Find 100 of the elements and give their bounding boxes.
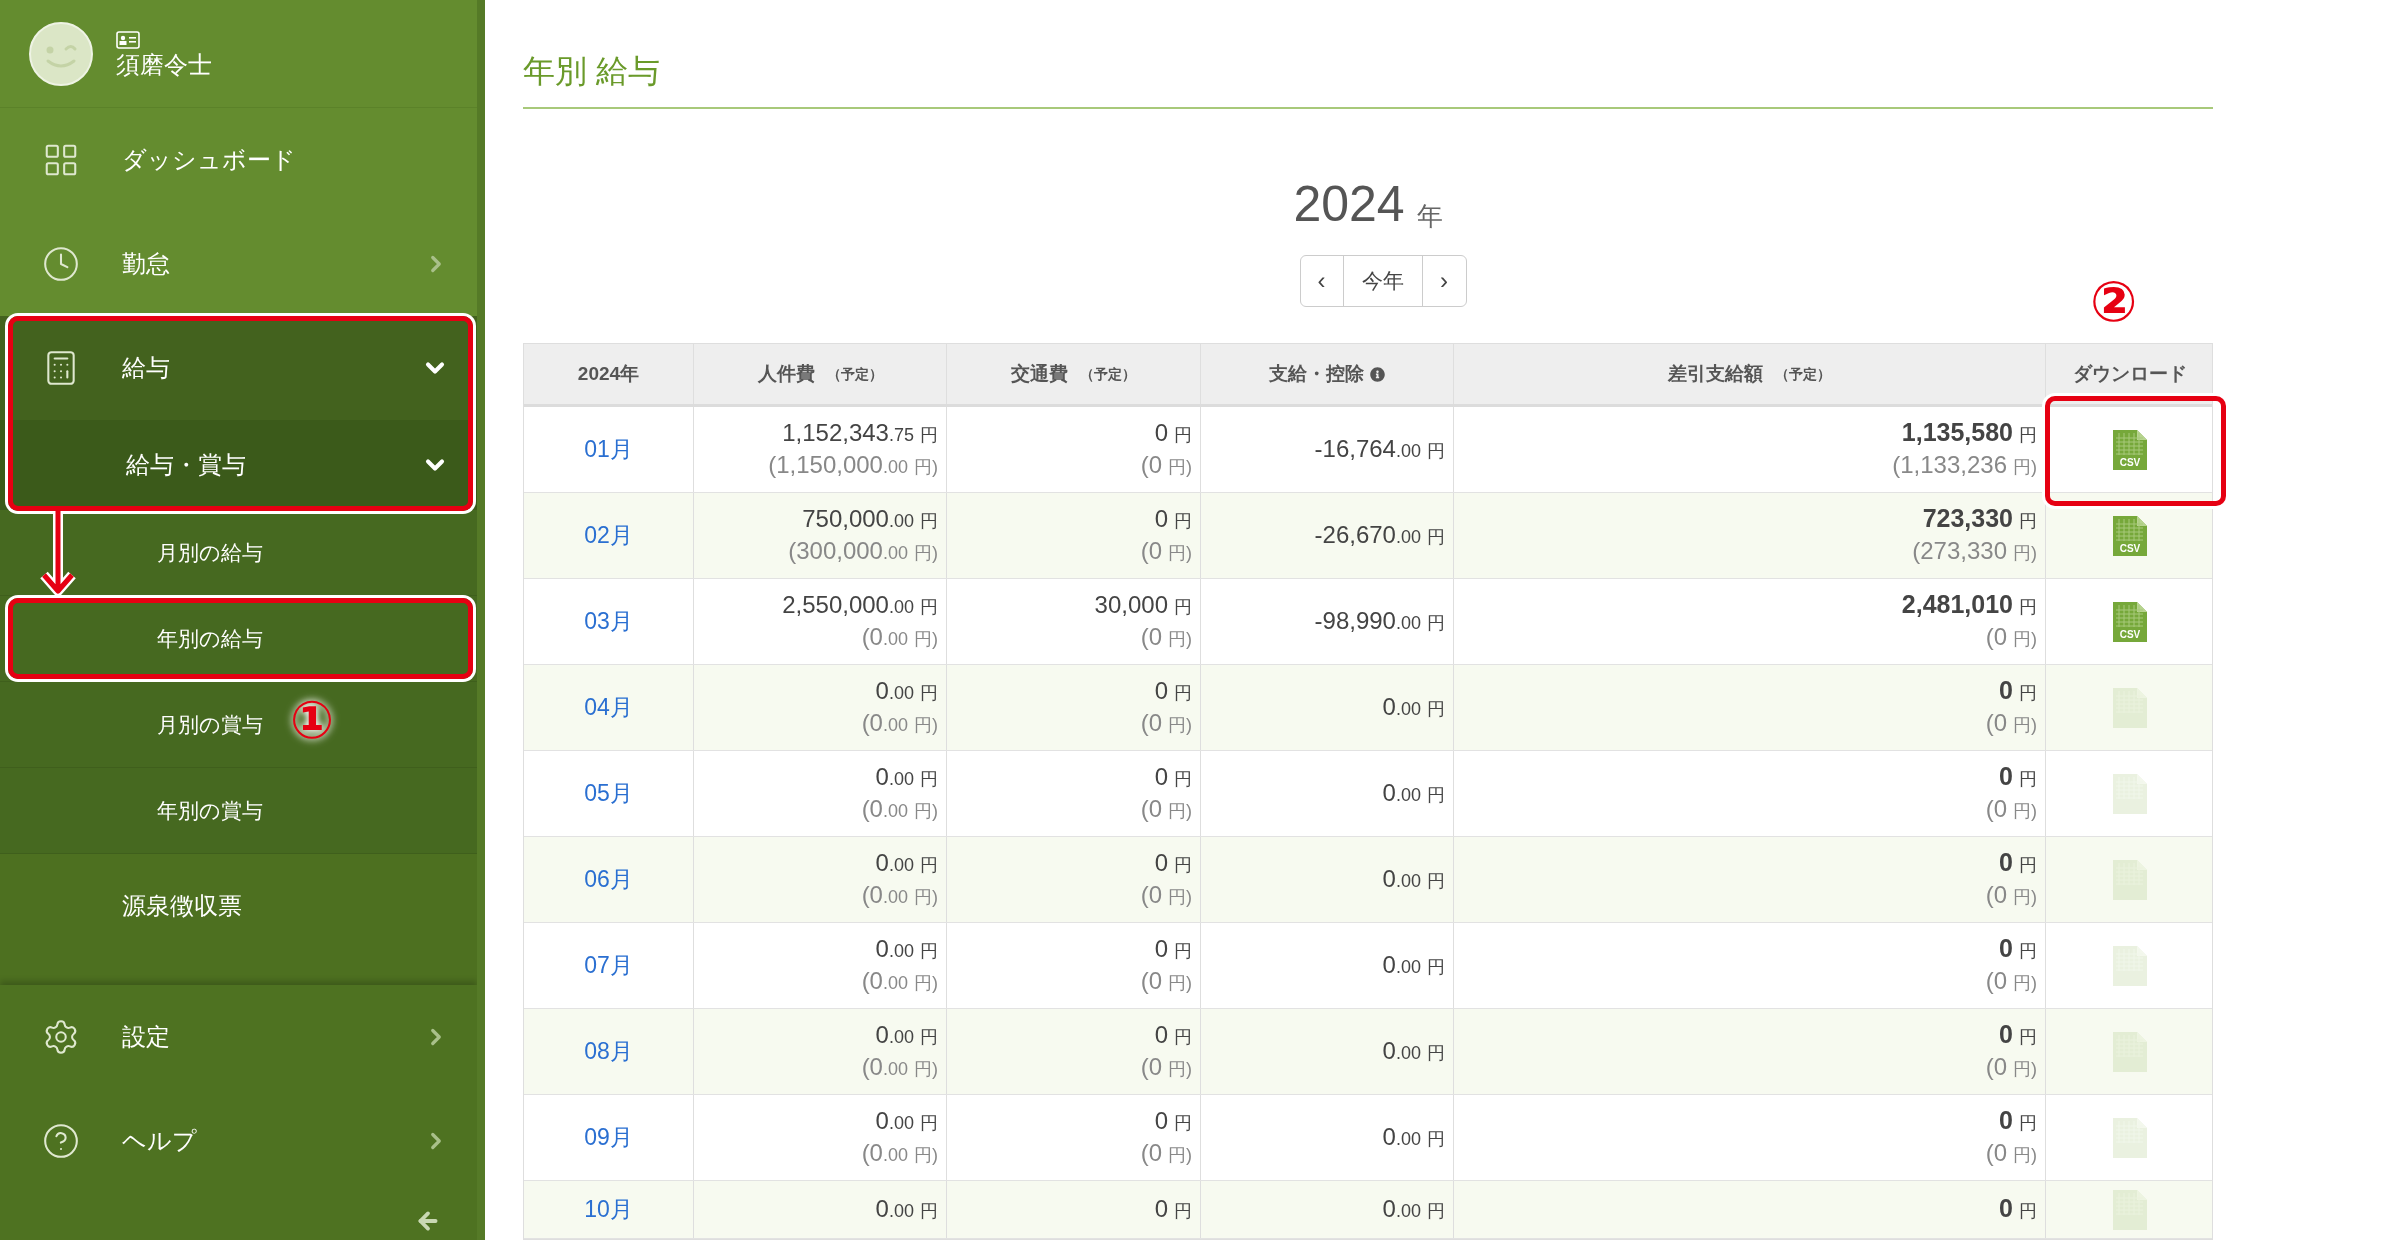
- nav-label: 給与・賞与: [126, 450, 247, 480]
- amount: (0.00 円): [861, 707, 938, 738]
- amount: 0 円: [1154, 675, 1192, 706]
- amount: 723,330 円: [1922, 503, 2037, 534]
- header-label: 人件費: [757, 361, 815, 386]
- amount: (0 円): [1985, 622, 2037, 652]
- amount: (0.00 円): [861, 793, 938, 824]
- amount: 0.00 円: [1382, 691, 1445, 722]
- header-note: （予定）: [1775, 364, 1831, 384]
- header-label: 2024年: [577, 361, 640, 386]
- amount: 0 円: [1154, 761, 1192, 792]
- amount: (0 円): [1985, 1138, 2037, 1168]
- amount: (0 円): [1985, 794, 2037, 824]
- nav-item[interactable]: ヘルプ: [0, 1089, 477, 1193]
- nav-subgroup[interactable]: 給与・賞与: [0, 420, 477, 510]
- nav-label: 給与: [122, 353, 171, 383]
- amount: (0 円): [1140, 707, 1192, 738]
- nav-subitem[interactable]: 年別の給与: [0, 596, 477, 682]
- amount: 0 円: [1999, 1019, 2037, 1050]
- nav-label: 勤怠: [122, 249, 171, 279]
- amount: 0.00 円: [875, 675, 938, 706]
- amount: 0 円: [1999, 761, 2037, 792]
- amount: 1,135,580 円: [1901, 417, 2037, 448]
- nav-item[interactable]: 源泉徴収票: [0, 854, 477, 958]
- amount: (0.00 円): [861, 621, 938, 652]
- amount: 0.00 円: [1382, 1035, 1445, 1066]
- month-link[interactable]: 07月: [584, 948, 633, 983]
- amount: (1,133,236 円): [1892, 450, 2037, 480]
- month-link[interactable]: 10月: [584, 1192, 633, 1227]
- nav-item[interactable]: 設定: [0, 985, 477, 1089]
- next-year-button[interactable]: ›: [1422, 256, 1466, 306]
- header-label: 差引支給額: [1668, 361, 1763, 386]
- id-card-icon: [116, 30, 140, 49]
- previous-year-button[interactable]: ‹: [1300, 256, 1344, 306]
- month-link[interactable]: 03月: [584, 604, 633, 639]
- amount: (0 円): [1140, 879, 1192, 910]
- amount: 0.00 円: [875, 1019, 938, 1050]
- amount: (0.00 円): [861, 879, 938, 910]
- month-link[interactable]: 09月: [584, 1120, 633, 1155]
- nav-subitem[interactable]: 月別の給与: [0, 510, 477, 596]
- page-title: 年別 給与: [523, 52, 660, 91]
- nav-label: 源泉徴収票: [122, 891, 243, 921]
- amount: 0 円: [1154, 417, 1192, 448]
- month-link[interactable]: 02月: [584, 518, 633, 553]
- clock-icon: [42, 245, 80, 283]
- amount: -98,990.00 円: [1314, 605, 1445, 636]
- nav-subitem[interactable]: 月別の賞与 ①: [0, 682, 477, 768]
- amount: (0 円): [1140, 965, 1192, 996]
- step-number: ①: [290, 694, 335, 746]
- header-label: 交通費: [1011, 361, 1068, 386]
- amount: (0.00 円): [861, 1051, 938, 1082]
- amount: 0 円: [1999, 1193, 2037, 1224]
- amount: (0 円): [1140, 793, 1192, 824]
- month-link[interactable]: 05月: [584, 776, 633, 811]
- amount: 0.00 円: [1382, 1193, 1445, 1224]
- amount: 2,550,000.00 円: [782, 589, 938, 620]
- amount: (273,330 円): [1912, 536, 2037, 566]
- amount: 0 円: [1154, 1019, 1192, 1050]
- amount: 0 円: [1154, 847, 1192, 878]
- amount: 0.00 円: [875, 761, 938, 792]
- amount: (300,000.00 円): [788, 535, 938, 566]
- amount: (0 円): [1985, 966, 2037, 996]
- header-label: ダウンロード: [2073, 361, 2187, 386]
- month-link[interactable]: 04月: [584, 690, 633, 725]
- amount: 0 円: [1154, 933, 1192, 964]
- amount: 0.00 円: [875, 1105, 938, 1136]
- step-number: ②: [2090, 274, 2138, 330]
- csv-download-button[interactable]: CSV: [2113, 429, 2147, 470]
- nav-subitem[interactable]: 年別の賞与: [0, 768, 477, 854]
- amount: 0.00 円: [1382, 863, 1445, 894]
- amount: 0 円: [1999, 847, 2037, 878]
- csv-download-button[interactable]: CSV: [2113, 601, 2147, 642]
- nav-item[interactable]: 給与: [0, 316, 477, 420]
- nav-label: ダッシュボード: [122, 145, 297, 175]
- year-unit: 年: [1416, 203, 1443, 229]
- month-link[interactable]: 06月: [584, 862, 633, 897]
- amount: (1,150,000.00 円): [768, 449, 938, 480]
- amount: -16,764.00 円: [1314, 433, 1445, 464]
- amount: 1,152,343.75 円: [782, 417, 938, 448]
- info-icon[interactable]: [1370, 366, 1385, 382]
- header-note: （予定）: [826, 364, 883, 384]
- amount: (0 円): [1140, 1051, 1192, 1082]
- header-note: （予定）: [1080, 364, 1136, 384]
- amount: 0 円: [1154, 503, 1192, 534]
- this-year-button[interactable]: 今年: [1343, 256, 1423, 306]
- amount: 0.00 円: [1382, 1121, 1445, 1152]
- year-value: 2024: [1293, 179, 1405, 229]
- amount: (0.00 円): [861, 1137, 938, 1168]
- month-link[interactable]: 01月: [584, 432, 633, 467]
- month-link[interactable]: 08月: [584, 1034, 633, 1069]
- amount: 0 円: [1999, 675, 2037, 706]
- csv-download-button[interactable]: CSV: [2113, 515, 2147, 556]
- user-name: 須磨令士: [116, 52, 212, 77]
- amount: (0 円): [1985, 880, 2037, 910]
- header-label: 支給・控除: [1269, 361, 1364, 386]
- amount: 0.00 円: [875, 1193, 938, 1224]
- amount: 0 円: [1999, 1105, 2037, 1136]
- amount: 2,481,010 円: [1901, 589, 2037, 620]
- amount: 0 円: [1154, 1193, 1192, 1224]
- amount: 750,000.00 円: [802, 503, 938, 534]
